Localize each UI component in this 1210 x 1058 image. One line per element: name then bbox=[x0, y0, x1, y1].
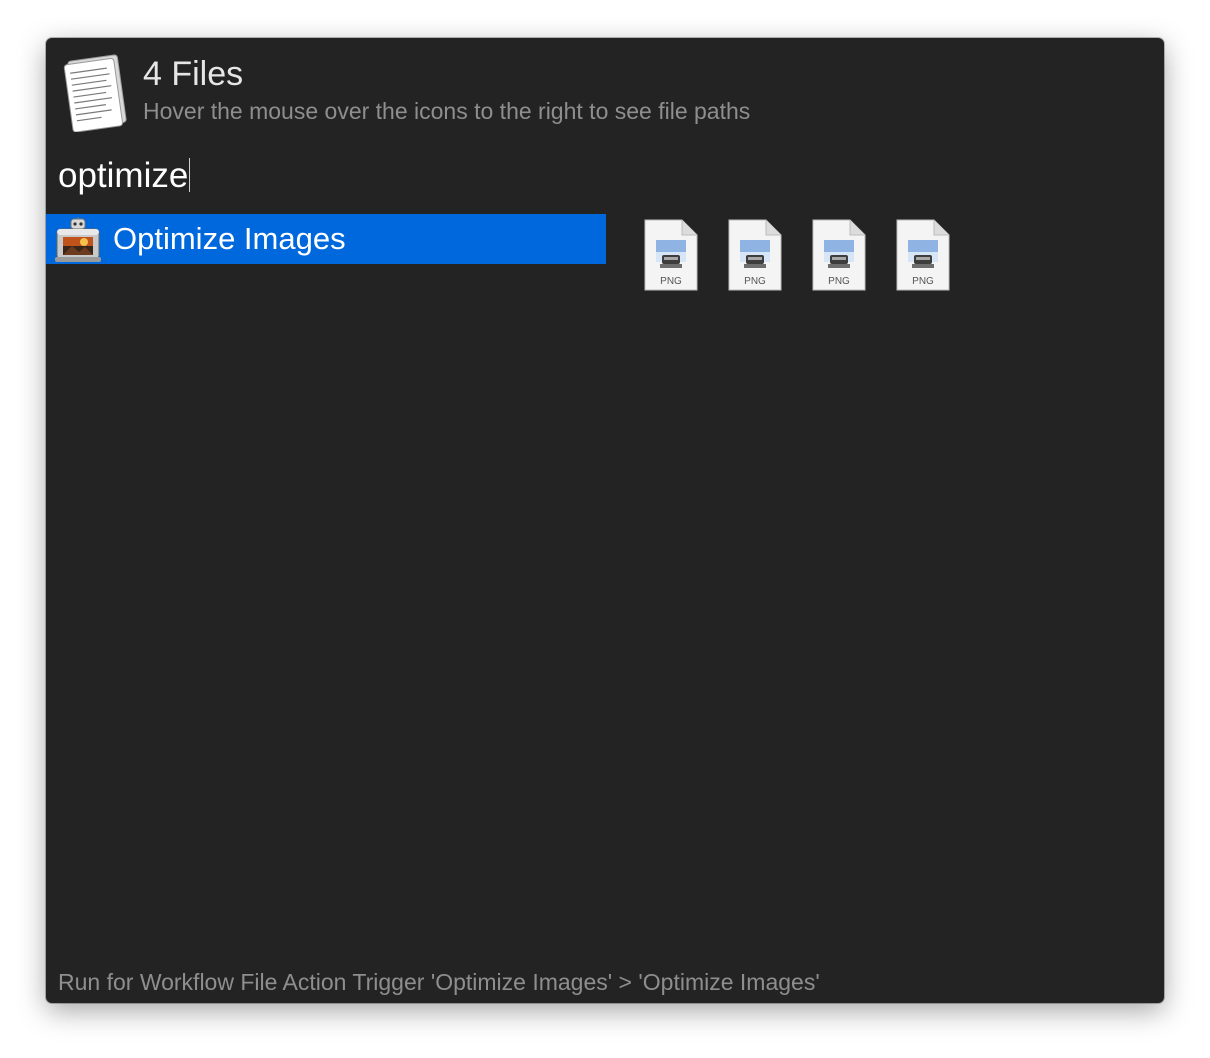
document-stack-icon bbox=[63, 54, 127, 132]
png-file-icon[interactable]: PNG bbox=[810, 218, 868, 292]
png-file-icon[interactable]: PNG bbox=[894, 218, 952, 292]
text-caret bbox=[189, 158, 191, 192]
action-footer-text: Run for Workflow File Action Trigger 'Op… bbox=[58, 969, 820, 995]
file-type-label: PNG bbox=[744, 276, 766, 287]
png-file-icon[interactable]: PNG bbox=[642, 218, 700, 292]
search-input[interactable]: optimize bbox=[58, 154, 191, 198]
file-type-label: PNG bbox=[660, 276, 682, 287]
search-input-value: optimize bbox=[58, 156, 189, 195]
header-subtitle: Hover the mouse over the icons to the ri… bbox=[143, 98, 751, 124]
image-optimizer-app-icon bbox=[55, 217, 101, 262]
file-type-label: PNG bbox=[912, 276, 934, 287]
result-item-optimize-images[interactable]: Optimize Images bbox=[46, 214, 606, 264]
file-action-window: 4 Files Hover the mouse over the icons t… bbox=[46, 38, 1164, 1003]
file-type-label: PNG bbox=[828, 276, 850, 287]
result-item-label: Optimize Images bbox=[113, 221, 346, 256]
png-file-icon[interactable]: PNG bbox=[726, 218, 784, 292]
header-title: 4 Files bbox=[143, 55, 244, 93]
